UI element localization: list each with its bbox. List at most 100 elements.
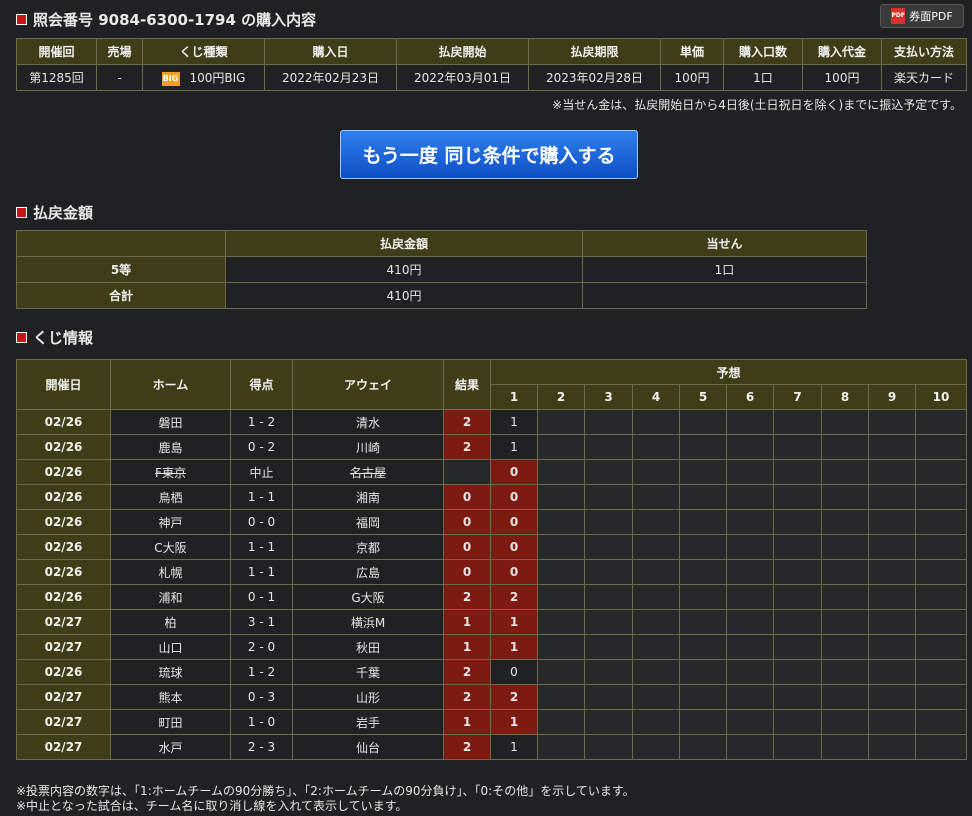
- table-row: 02/26 神戸 0 - 0 福岡 0 0: [16, 509, 968, 535]
- prediction-cell-empty: [537, 659, 585, 685]
- away-team: 福岡: [292, 509, 444, 535]
- prediction-cell-empty: [868, 484, 916, 510]
- column-header: 単価: [660, 38, 724, 65]
- match-result: 0: [443, 509, 491, 535]
- prediction-cell-empty: [821, 559, 869, 585]
- home-team: 山口: [110, 634, 231, 660]
- prediction-cell-empty: [726, 659, 774, 685]
- prediction-cell-empty: [726, 684, 774, 710]
- footnotes: ※投票内容の数字は、「1:ホームチームの90分勝ち」、「2:ホームチームの90分…: [16, 784, 635, 814]
- payout-note: ※当せん金は、払戻開始日から4日後(土日祝日を除く)までに振込予定です。: [552, 98, 962, 112]
- prediction-cell-empty: [726, 634, 774, 660]
- prediction-cell: 0: [490, 534, 538, 560]
- prediction-cell-empty: [726, 584, 774, 610]
- prediction-cell-empty: [773, 434, 822, 460]
- prediction-cell-empty: [584, 409, 633, 435]
- prediction-column-header: 2: [537, 384, 585, 410]
- prediction-cell-empty: [821, 434, 869, 460]
- prediction-cell-empty: [914, 734, 968, 760]
- prediction-cell-empty: [679, 459, 727, 485]
- match-date: 02/27: [16, 734, 111, 760]
- prediction-cell-empty: [679, 734, 727, 760]
- prediction-cell-empty: [584, 509, 633, 535]
- prediction-cell-empty: [537, 634, 585, 660]
- prediction-cell-empty: [914, 634, 968, 660]
- table-row: 02/26 磐田 1 - 2 清水 2 1: [16, 409, 968, 435]
- prediction-cell-empty: [726, 484, 774, 510]
- away-team: 清水: [292, 409, 444, 435]
- prediction-cell-empty: [537, 609, 585, 635]
- square-marker-icon: [16, 14, 27, 25]
- home-team: 琉球: [110, 659, 231, 685]
- prediction-cell-empty: [914, 559, 968, 585]
- prediction-cell-empty: [914, 709, 968, 735]
- prediction-cell-empty: [679, 534, 727, 560]
- prediction-cell-empty: [821, 659, 869, 685]
- home-team: 町田: [110, 709, 231, 735]
- column-header: ホーム: [110, 359, 231, 410]
- table-row: 02/26 F東京 中止 名古屋 0: [16, 459, 968, 485]
- prediction-cell-empty: [632, 584, 680, 610]
- score: 0 - 1: [230, 584, 293, 610]
- prediction-cell: 1: [490, 709, 538, 735]
- prediction-cell-empty: [632, 634, 680, 660]
- prediction-cell-empty: [537, 459, 585, 485]
- column-header: 開催回: [16, 38, 97, 65]
- match-result: 0: [443, 559, 491, 585]
- prediction-cell-empty: [584, 584, 633, 610]
- match-result: 0: [443, 484, 491, 510]
- home-team: C大阪: [110, 534, 231, 560]
- score: 中止: [230, 459, 293, 485]
- purchase-cell: 100円: [802, 64, 882, 91]
- home-team: 熊本: [110, 684, 231, 710]
- match-date: 02/26: [16, 459, 111, 485]
- ticket-pdf-button[interactable]: PDF 券面PDF: [880, 4, 964, 28]
- prediction-cell-empty: [773, 584, 822, 610]
- match-result: 1: [443, 609, 491, 635]
- prediction-cell-empty: [537, 584, 585, 610]
- prediction-cell-empty: [679, 709, 727, 735]
- prediction-cell-empty: [821, 509, 869, 535]
- prediction-cell-empty: [679, 409, 727, 435]
- prediction-cell-empty: [726, 534, 774, 560]
- match-result: 2: [443, 684, 491, 710]
- prediction-cell-empty: [773, 409, 822, 435]
- prediction-cell: 1: [490, 634, 538, 660]
- prediction-cell-empty: [584, 434, 633, 460]
- prediction-cell-empty: [914, 659, 968, 685]
- prediction-cell-empty: [679, 434, 727, 460]
- prediction-column-header: 1: [490, 384, 538, 410]
- table-row: 02/27 町田 1 - 0 岩手 1 1: [16, 709, 968, 735]
- prediction-cell-empty: [868, 684, 916, 710]
- prediction-cell: 1: [490, 434, 538, 460]
- column-header: 当せん: [582, 230, 867, 257]
- score: 2 - 3: [230, 734, 293, 760]
- prediction-cell-empty: [584, 659, 633, 685]
- prediction-cell-empty: [679, 509, 727, 535]
- match-result: [443, 459, 491, 485]
- prediction-cell-empty: [537, 534, 585, 560]
- column-header: [16, 230, 226, 257]
- prediction-cell: 0: [490, 459, 538, 485]
- prediction-cell-empty: [632, 734, 680, 760]
- away-team: 京都: [292, 534, 444, 560]
- prediction-cell-empty: [726, 459, 774, 485]
- away-team: 広島: [292, 559, 444, 585]
- prediction-cell-empty: [868, 609, 916, 635]
- prediction-cell-empty: [584, 684, 633, 710]
- column-header: 購入代金: [802, 38, 882, 65]
- table-row: 02/27 山口 2 - 0 秋田 1 1: [16, 634, 968, 660]
- prediction-cell-empty: [773, 509, 822, 535]
- prediction-cell-empty: [632, 559, 680, 585]
- lottery-table: 開催日 ホーム 得点 アウェイ 結果 予想 1 2 3 4 5 6 7 8 9 10 02/26 磐田 1 - …: [16, 359, 968, 760]
- table-row: 02/27 柏 3 - 1 横浜M 1 1: [16, 609, 968, 635]
- away-team: 湘南: [292, 484, 444, 510]
- match-date: 02/27: [16, 634, 111, 660]
- prediction-cell-empty: [584, 484, 633, 510]
- purchase-cell: 2023年02月28日: [528, 64, 661, 91]
- rebuy-button[interactable]: もう一度 同じ条件で購入する: [340, 130, 638, 179]
- purchase-cell: BIG 100円BIG: [142, 64, 265, 91]
- prediction-cell-empty: [821, 534, 869, 560]
- prediction-cell-empty: [679, 584, 727, 610]
- prediction-cell-empty: [632, 459, 680, 485]
